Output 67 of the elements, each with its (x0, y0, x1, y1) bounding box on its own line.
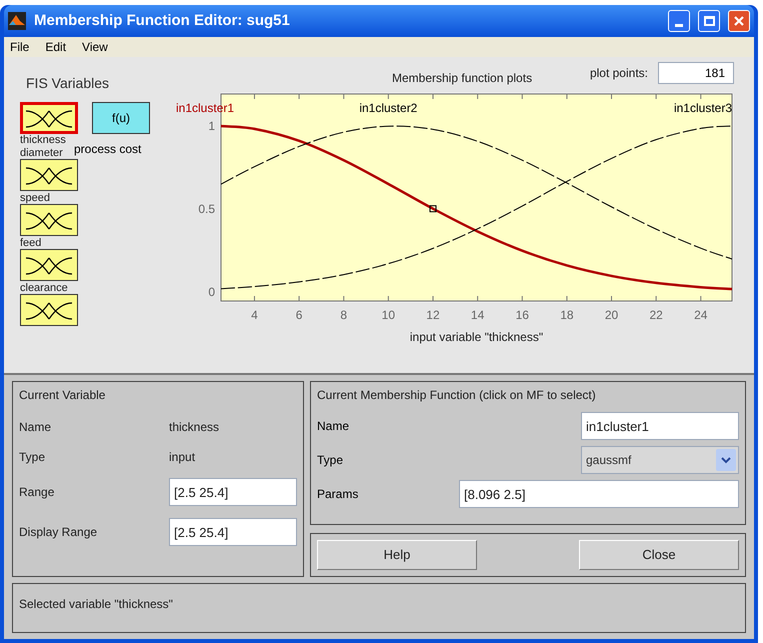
function-symbol: f(u) (112, 110, 130, 127)
field-label: Range (19, 484, 56, 501)
y-tick-label: 1 (208, 119, 215, 134)
status-text: Selected variable "thickness" (19, 597, 173, 611)
minimize-button[interactable] (668, 10, 690, 32)
chart-title: Membership function plots (392, 70, 532, 87)
display-range-field[interactable]: [2.5 25.4] (169, 518, 297, 546)
x-tick-label: 12 (426, 308, 440, 322)
dialog-button[interactable]: Close (579, 540, 739, 570)
variable-label: thickness (20, 134, 66, 146)
variable-type: input (169, 449, 196, 466)
variable-label: feed (20, 237, 42, 249)
dialog-button[interactable]: Help (317, 540, 477, 570)
field-label: Display Range (19, 524, 98, 541)
window-title: Membership Function Editor: sug51 (34, 10, 291, 31)
field-label: Name (19, 419, 52, 436)
curve-label: in1cluster1 (176, 101, 234, 115)
variable-label: speed (20, 192, 50, 204)
menu-item[interactable]: File (10, 38, 30, 56)
input-variable-box[interactable] (20, 294, 78, 326)
input-variable-box[interactable] (20, 249, 78, 281)
close-icon (733, 15, 745, 27)
x-tick-label: 10 (382, 308, 396, 322)
variable-label: diameter (20, 147, 63, 159)
maximize-icon (704, 16, 714, 26)
curve-label: in1cluster2 (359, 101, 418, 115)
x-tick-label: 20 (604, 308, 618, 322)
params-field[interactable]: [8.096 2.5] (459, 480, 739, 508)
panel-title: Current Membership Function (click on MF to select) (317, 387, 597, 404)
input-variable-box[interactable] (20, 204, 78, 236)
x-axis-label: input variable "thickness" (410, 330, 544, 344)
x-tick-label: 4 (251, 308, 258, 322)
menu-item[interactable]: View (82, 38, 108, 56)
peak-logo-icon (8, 12, 26, 30)
x-tick-label: 18 (560, 308, 574, 322)
variable-label: clearance (20, 282, 68, 294)
menu-item[interactable]: Edit (45, 38, 66, 56)
x-tick-label: 14 (470, 308, 484, 322)
output-variable-box[interactable]: f(u) (92, 102, 150, 134)
variable-label: process cost (74, 141, 142, 158)
field-label: Params (317, 486, 360, 503)
close-button[interactable] (728, 10, 750, 32)
variable-name: thickness (169, 419, 220, 436)
input-variable-box[interactable] (20, 102, 78, 134)
minimize-icon (675, 24, 683, 27)
input-variable-box[interactable] (20, 159, 78, 191)
curve-handle[interactable] (429, 205, 436, 212)
plot-points-field[interactable]: 181 (658, 62, 734, 84)
panel-title: FIS Variables (26, 74, 110, 93)
maximize-button[interactable] (698, 10, 720, 32)
x-tick-label: 6 (296, 308, 302, 322)
x-tick-label: 16 (516, 308, 529, 322)
plot-points-label: plot points: (590, 65, 648, 82)
field-label: Name (317, 418, 350, 435)
membership-curve[interactable] (220, 126, 732, 260)
y-tick-label: 0.5 (198, 202, 215, 216)
field-label: Type (317, 452, 344, 469)
range-field[interactable]: [2.5 25.4] (169, 478, 297, 506)
mf-name-field[interactable]: in1cluster1 (581, 412, 739, 440)
field-label: Type (19, 449, 46, 466)
mf-type-dropdown[interactable]: gaussmf (581, 446, 739, 474)
y-tick-label: 0 (208, 285, 215, 300)
x-tick-label: 24 (694, 308, 708, 322)
x-tick-label: 22 (649, 308, 663, 322)
curve-label: in1cluster3 (674, 101, 732, 115)
x-tick-label: 8 (340, 308, 348, 322)
panel-title: Current Variable (19, 387, 106, 404)
